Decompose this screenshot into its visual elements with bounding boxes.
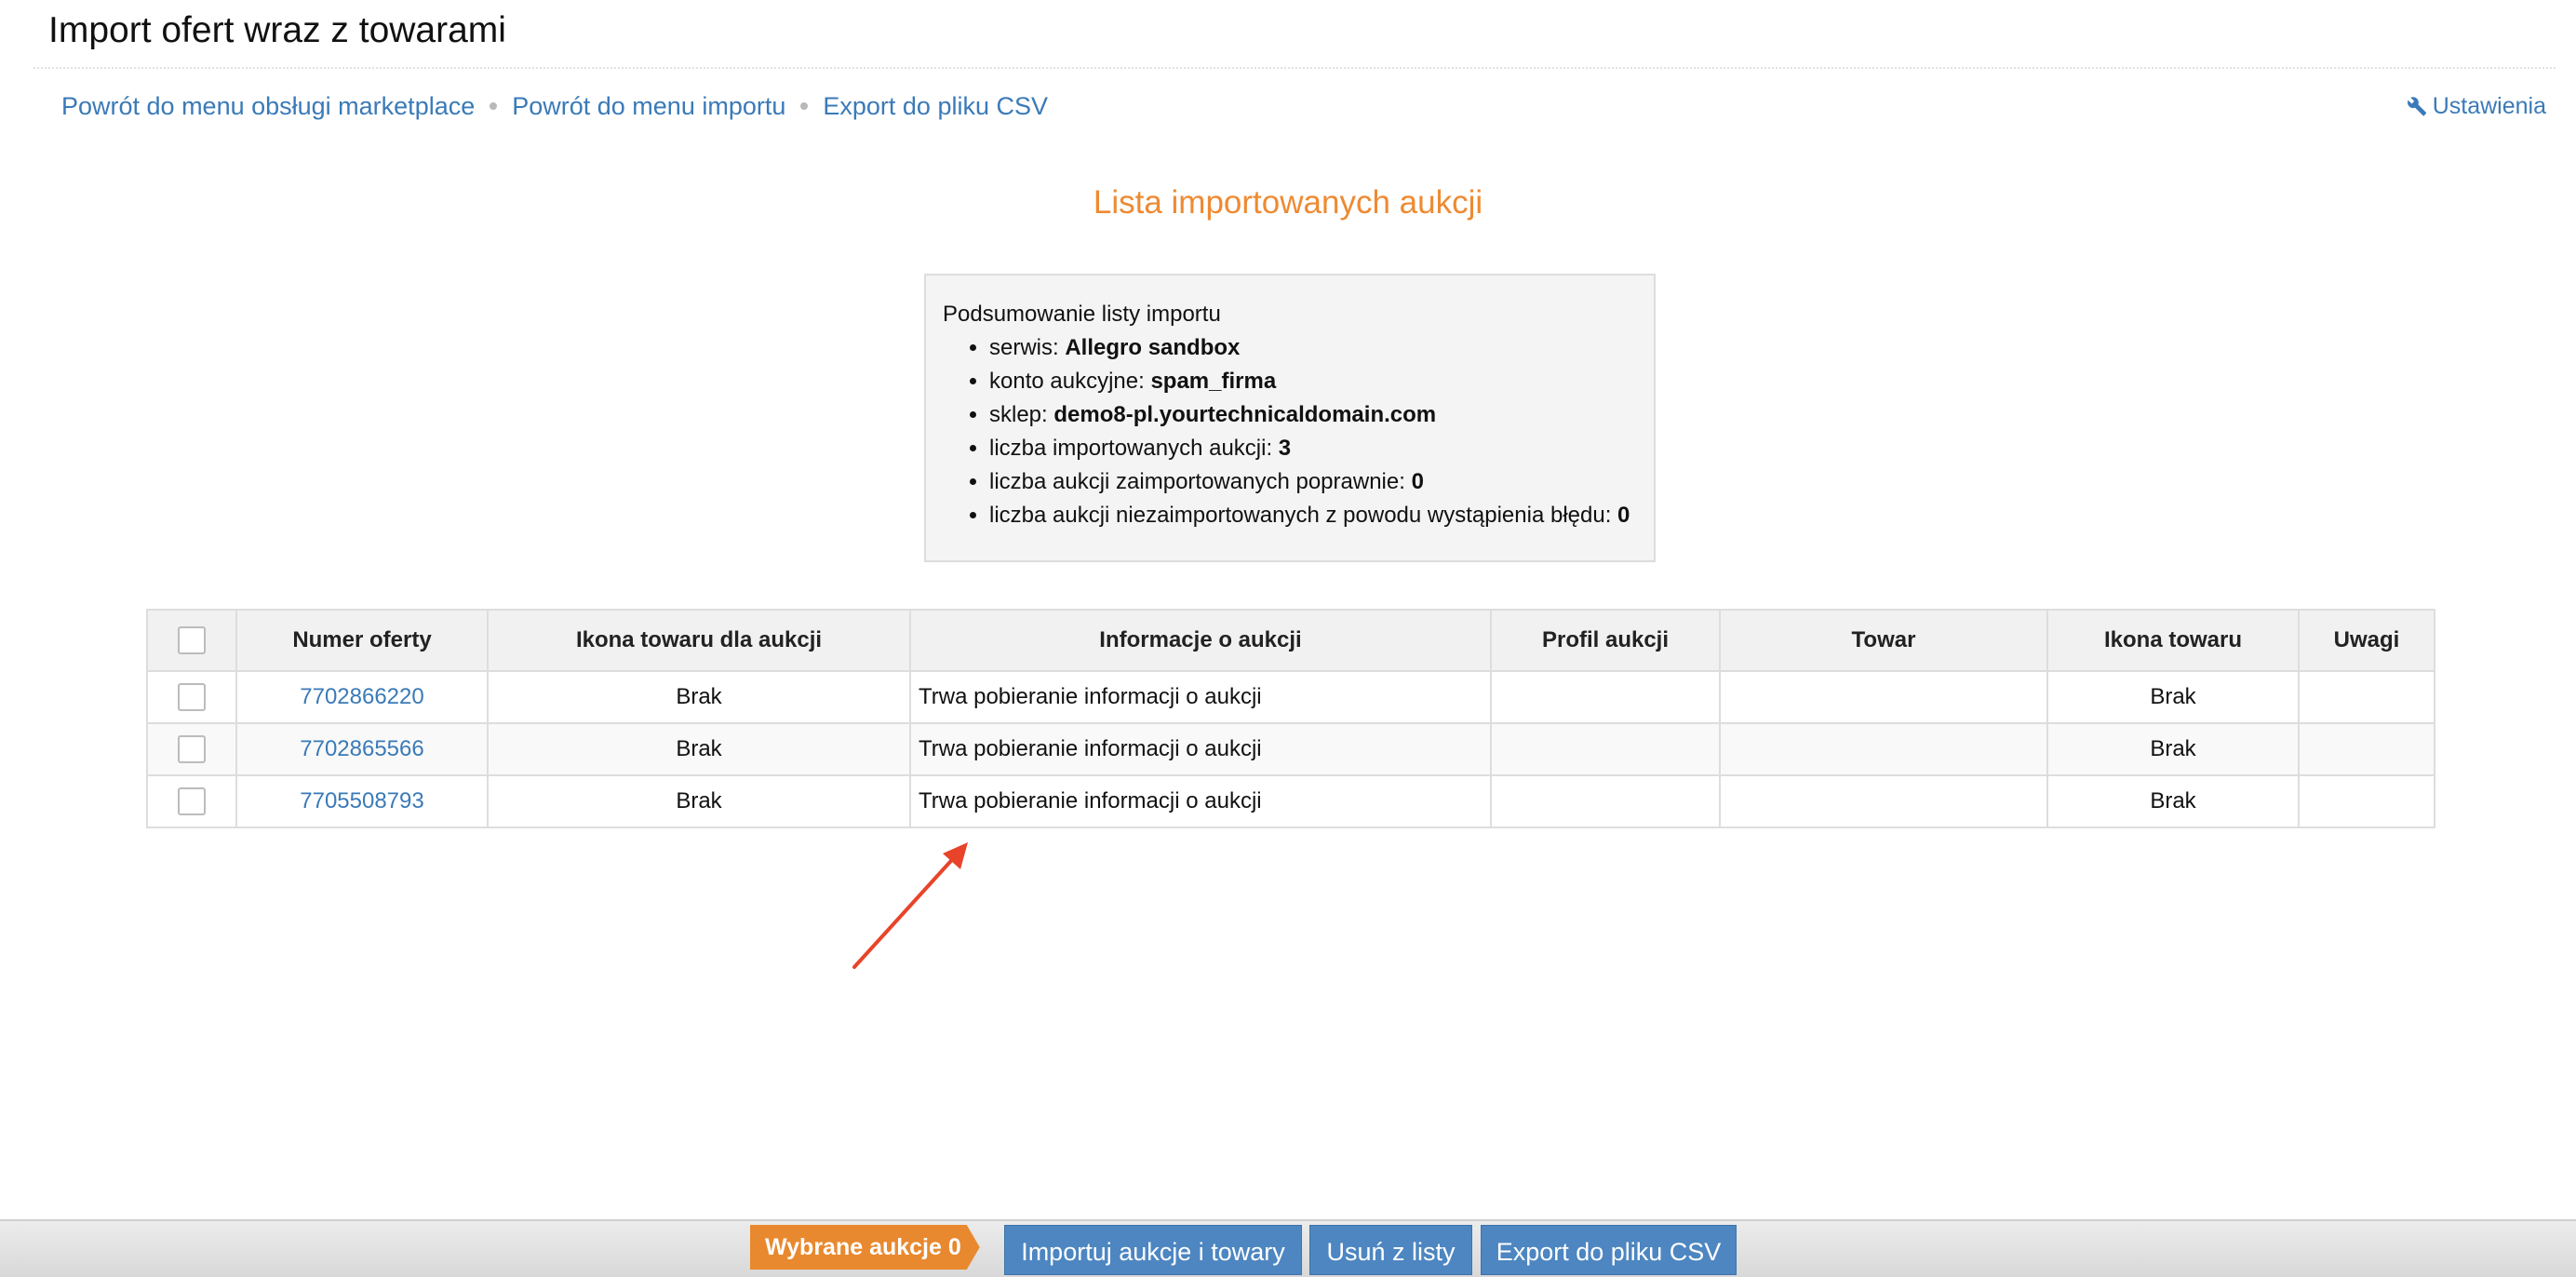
offer-number-cell: 7702866220 — [235, 670, 489, 724]
header-product: Towar — [1719, 609, 2048, 672]
auction-profile-cell — [1490, 722, 1721, 776]
header-auction-profile: Profil aukcji — [1490, 609, 1721, 672]
summary-value: 3 — [1278, 436, 1292, 461]
import-summary-box: Podsumowanie listy importu serwis: Alleg… — [924, 274, 1656, 562]
nav-separator — [800, 102, 809, 110]
auction-profile-cell — [1490, 670, 1721, 724]
offer-number-link[interactable]: 7705508793 — [300, 788, 423, 813]
row-checkbox[interactable] — [178, 683, 206, 711]
header-notes: Uwagi — [2298, 609, 2435, 672]
product-cell — [1719, 722, 2048, 776]
auction-info-cell: Trwa pobieranie informacji o aukcji — [909, 774, 1492, 828]
summary-item-imported-count: liczba importowanych aukcji: 3 — [989, 432, 1639, 465]
header-auction-info: Informacje o aukcji — [909, 609, 1492, 672]
summary-value: Allegro sandbox — [1065, 335, 1241, 360]
notes-cell — [2298, 670, 2435, 724]
settings-label: Ustawienia — [2432, 92, 2546, 119]
summary-item-error-count: liczba aukcji niezaimportowanych z powod… — [989, 499, 1639, 532]
summary-label: sklep: — [989, 402, 1048, 427]
product-icon-cell: Brak — [2046, 774, 2300, 828]
nav-link-marketplace-menu[interactable]: Powrót do menu obsługi marketplace — [61, 92, 475, 121]
summary-label: liczba importowanych aukcji: — [989, 436, 1273, 461]
summary-list: serwis: Allegro sandbox konto aukcyjne: … — [943, 331, 1639, 532]
auction-icon-cell: Brak — [487, 670, 911, 724]
top-navigation: Powrót do menu obsługi marketplace Powró… — [61, 89, 1048, 123]
table-header-row: Numer oferty Ikona towaru dla aukcji Inf… — [146, 609, 2435, 672]
product-icon-cell: Brak — [2046, 722, 2300, 776]
header-auction-icon: Ikona towaru dla aukcji — [487, 609, 911, 672]
summary-item-success-count: liczba aukcji zaimportowanych poprawnie:… — [989, 465, 1639, 499]
row-checkbox[interactable] — [178, 735, 206, 763]
annotation-arrow-icon — [852, 842, 968, 969]
product-cell — [1719, 774, 2048, 828]
settings-link[interactable]: Ustawienia — [2407, 89, 2546, 123]
title-divider — [34, 67, 2556, 69]
auction-profile-cell — [1490, 774, 1721, 828]
offer-number-cell: 7705508793 — [235, 774, 489, 828]
remove-from-list-button[interactable]: Usuń z listy — [1309, 1225, 1472, 1275]
export-csv-button[interactable]: Export do pliku CSV — [1481, 1225, 1737, 1275]
selected-auctions-badge: Wybrane aukcje 0 — [750, 1225, 980, 1270]
summary-label: liczba aukcji niezaimportowanych z powod… — [989, 503, 1612, 528]
summary-item-service: serwis: Allegro sandbox — [989, 331, 1639, 365]
summary-value: demo8-pl.yourtechnicaldomain.com — [1053, 402, 1437, 427]
offer-number-cell: 7702865566 — [235, 722, 489, 776]
summary-heading: Podsumowanie listy importu — [943, 302, 1221, 327]
product-cell — [1719, 670, 2048, 724]
wrench-icon — [2407, 97, 2426, 116]
auction-icon-cell: Brak — [487, 722, 911, 776]
auction-info-cell: Trwa pobieranie informacji o aukcji — [909, 722, 1492, 776]
notes-cell — [2298, 722, 2435, 776]
summary-label: serwis: — [989, 335, 1059, 360]
auction-icon-cell: Brak — [487, 774, 911, 828]
summary-label: konto aukcyjne: — [989, 369, 1145, 394]
select-all-checkbox[interactable] — [178, 626, 206, 654]
row-select-cell — [146, 722, 237, 776]
nav-link-import-menu[interactable]: Powrót do menu importu — [512, 92, 785, 121]
auctions-table: Numer oferty Ikona towaru dla aukcji Inf… — [146, 609, 2435, 828]
summary-value: 0 — [1617, 503, 1630, 528]
row-checkbox[interactable] — [178, 787, 206, 815]
table-row: 7705508793 Brak Trwa pobieranie informac… — [146, 774, 2435, 828]
list-title: Lista importowanych aukcji — [1093, 184, 1483, 221]
header-offer-number: Numer oferty — [235, 609, 489, 672]
summary-label: liczba aukcji zaimportowanych poprawnie: — [989, 469, 1405, 494]
product-icon-cell: Brak — [2046, 670, 2300, 724]
offer-number-link[interactable]: 7702865566 — [300, 736, 423, 761]
summary-item-account: konto aukcyjne: spam_firma — [989, 365, 1639, 398]
auction-info-cell: Trwa pobieranie informacji o aukcji — [909, 670, 1492, 724]
summary-value: spam_firma — [1150, 369, 1277, 394]
table-row: 7702866220 Brak Trwa pobieranie informac… — [146, 670, 2435, 724]
header-product-icon: Ikona towaru — [2046, 609, 2300, 672]
offer-number-link[interactable]: 7702866220 — [300, 684, 423, 709]
table-row: 7702865566 Brak Trwa pobieranie informac… — [146, 722, 2435, 776]
notes-cell — [2298, 774, 2435, 828]
row-select-cell — [146, 774, 237, 828]
import-auctions-button[interactable]: Importuj aukcje i towary — [1004, 1225, 1302, 1275]
summary-item-shop: sklep: demo8-pl.yourtechnicaldomain.com — [989, 398, 1639, 432]
page-title: Import ofert wraz z towarami — [48, 10, 506, 50]
header-select-all — [146, 609, 237, 672]
nav-link-export-csv[interactable]: Export do pliku CSV — [823, 92, 1048, 121]
summary-value: 0 — [1411, 469, 1424, 494]
row-select-cell — [146, 670, 237, 724]
nav-separator — [490, 102, 498, 110]
